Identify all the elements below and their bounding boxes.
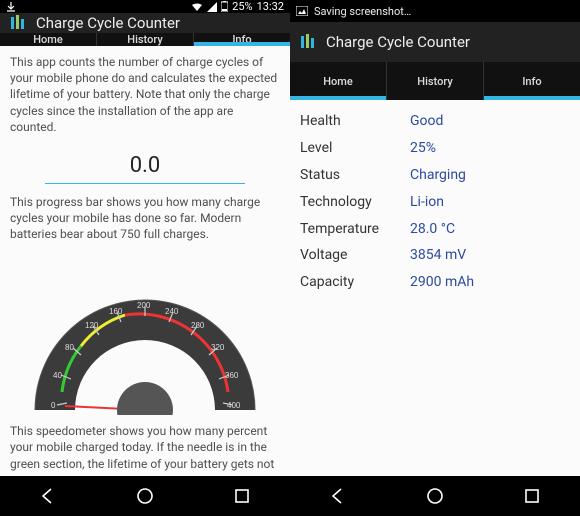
row-level: Level25% xyxy=(300,135,570,162)
battery-icon xyxy=(221,1,228,12)
battery-info-table: HealthGood Level25% StatusCharging Techn… xyxy=(300,108,570,296)
image-icon xyxy=(296,6,308,16)
app-title: Charge Cycle Counter xyxy=(36,14,180,32)
tab-info[interactable]: Info xyxy=(484,62,580,100)
app-icon xyxy=(8,13,28,33)
nav-back-icon[interactable] xyxy=(37,485,59,507)
saving-screenshot-text: Saving screenshot… xyxy=(314,5,411,18)
app-title: Charge Cycle Counter xyxy=(326,33,470,51)
row-status: StatusCharging xyxy=(300,162,570,189)
status-bar: 25% 13:32 xyxy=(0,0,290,13)
tab-info[interactable]: Info xyxy=(194,33,290,46)
app-icon xyxy=(298,32,318,52)
signal-icon xyxy=(207,2,217,12)
status-bar: Saving screenshot… xyxy=(290,0,580,22)
screen-info: 25% 13:32 Charge Cycle Counter Home Hist… xyxy=(0,0,290,476)
info-paragraph-3: This speedometer shows you how many perc… xyxy=(10,423,280,472)
svg-text:200: 200 xyxy=(137,301,151,310)
download-icon xyxy=(6,2,16,12)
clock-time: 13:32 xyxy=(257,0,284,13)
nav-home-icon[interactable] xyxy=(424,485,446,507)
nav-bar xyxy=(0,476,580,516)
tab-history[interactable]: History xyxy=(387,62,484,100)
row-technology: TechnologyLi-ion xyxy=(300,189,570,216)
nav-recent-icon[interactable] xyxy=(521,485,543,507)
nav-home-icon[interactable] xyxy=(134,485,156,507)
tab-bar: Home History Info xyxy=(0,33,290,46)
app-bar: Charge Cycle Counter xyxy=(290,22,580,62)
gauge-chart: 0 40 80 120 160 200 240 280 320 360 400 xyxy=(10,252,280,415)
tab-history[interactable]: History xyxy=(97,33,194,46)
cycle-count-value: 0.0 xyxy=(45,145,245,184)
battery-percent: 25% xyxy=(232,0,252,13)
info-paragraph-1: This app counts the number of charge cyc… xyxy=(10,54,280,135)
svg-text:280: 280 xyxy=(191,321,205,330)
svg-text:400: 400 xyxy=(227,401,241,410)
row-capacity: Capacity2900 mAh xyxy=(300,269,570,296)
svg-text:80: 80 xyxy=(65,343,74,352)
row-temperature: Temperature28.0 °C xyxy=(300,216,570,243)
tab-bar: Home History Info xyxy=(290,62,580,100)
screen-home: Saving screenshot… Charge Cycle Counter … xyxy=(290,0,580,476)
row-voltage: Voltage3854 mV xyxy=(300,242,570,269)
nav-back-icon[interactable] xyxy=(327,485,349,507)
row-health: HealthGood xyxy=(300,108,570,135)
wifi-icon xyxy=(191,2,203,12)
info-paragraph-2: This progress bar shows you how many cha… xyxy=(10,194,280,243)
tab-home[interactable]: Home xyxy=(290,62,387,100)
svg-text:0: 0 xyxy=(51,401,56,410)
svg-text:120: 120 xyxy=(85,321,99,330)
tab-home[interactable]: Home xyxy=(0,33,97,46)
app-bar: Charge Cycle Counter xyxy=(0,13,290,33)
svg-text:160: 160 xyxy=(109,307,123,316)
nav-recent-icon[interactable] xyxy=(231,485,253,507)
